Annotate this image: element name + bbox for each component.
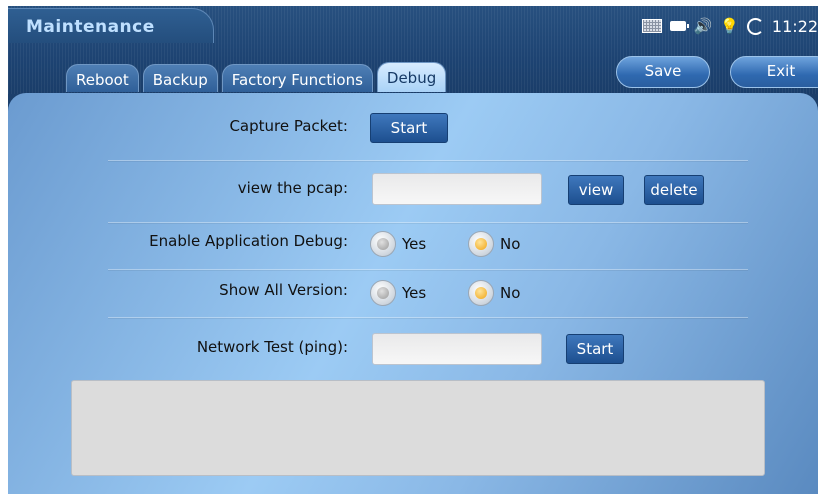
capture-packet-label: Capture Packet: — [229, 117, 348, 135]
device-screen: Maintenance 🔊 💡 11:22 Reboot Backup Fact… — [8, 6, 818, 494]
bulb-icon: 💡 — [720, 16, 739, 35]
app-debug-label: Enable Application Debug: — [149, 232, 348, 250]
app-debug-yes-option[interactable]: Yes — [370, 229, 426, 259]
app-title: Maintenance — [26, 17, 155, 37]
no-label: No — [500, 235, 521, 253]
tab-backup[interactable]: Backup — [142, 64, 218, 92]
keyboard-icon[interactable] — [641, 19, 662, 33]
yes-label: Yes — [402, 235, 427, 253]
tab-debug[interactable]: Debug — [376, 62, 447, 92]
show-version-label: Show All Version: — [219, 281, 348, 299]
radio-dot — [475, 287, 487, 299]
view-button[interactable]: view — [568, 175, 624, 205]
ping-start-button[interactable]: Start — [566, 334, 624, 364]
no-label: No — [500, 284, 521, 302]
pcap-label: view the pcap: — [237, 179, 348, 197]
divider — [108, 317, 748, 318]
status-bar: 🔊 💡 11:22 — [641, 15, 818, 37]
clock: 11:22 — [771, 16, 818, 36]
ping-input[interactable] — [372, 333, 542, 365]
sync-icon — [746, 17, 764, 35]
save-button[interactable]: Save — [616, 56, 710, 88]
exit-button[interactable]: Exit — [730, 56, 818, 88]
top-bar: Maintenance 🔊 💡 11:22 Reboot Backup Fact… — [8, 6, 818, 94]
show-version-yes-option[interactable]: Yes — [370, 278, 426, 308]
radio-dot — [377, 238, 389, 250]
yes-label: Yes — [402, 284, 427, 302]
radio-dot — [377, 287, 389, 299]
divider — [108, 160, 748, 161]
radio-dot — [475, 238, 487, 250]
radio-yes[interactable] — [370, 280, 396, 306]
app-debug-no-option[interactable]: No — [468, 229, 520, 259]
volume-icon[interactable]: 🔊 — [694, 18, 713, 34]
network-test-label: Network Test (ping): — [196, 338, 348, 356]
pcap-input[interactable] — [372, 173, 542, 205]
capture-start-button[interactable]: Start — [370, 113, 448, 143]
battery-icon — [669, 21, 689, 31]
radio-yes[interactable] — [370, 231, 396, 257]
tab-reboot[interactable]: Reboot — [66, 64, 139, 92]
title-tab: Maintenance — [8, 8, 214, 43]
divider — [108, 269, 748, 270]
radio-no[interactable] — [468, 231, 494, 257]
debug-panel: Capture Packet: Start view the pcap: vie… — [8, 93, 818, 494]
tab-factory-functions[interactable]: Factory Functions — [221, 64, 373, 92]
output-area[interactable] — [71, 380, 765, 476]
show-version-no-option[interactable]: No — [468, 278, 520, 308]
delete-button[interactable]: delete — [644, 175, 704, 205]
divider — [108, 222, 748, 223]
tab-bar: Reboot Backup Factory Functions Debug — [66, 62, 447, 92]
radio-no[interactable] — [468, 280, 494, 306]
